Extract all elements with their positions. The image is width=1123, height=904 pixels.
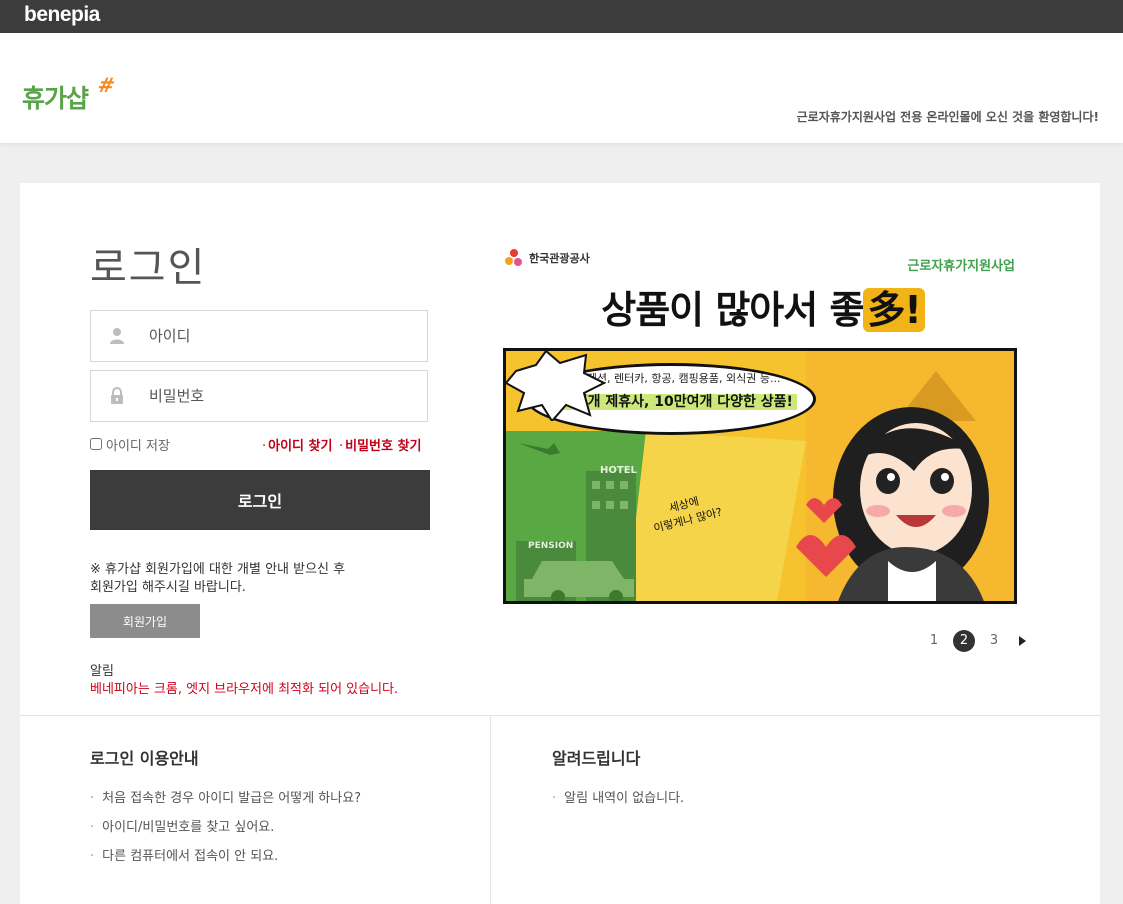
signup-notice-line1: ※ 휴가샵 회원가입에 대한 개별 안내 받으신 후 <box>90 562 346 577</box>
column-divider <box>490 716 491 904</box>
banner-headline-accent: 多! <box>863 288 925 332</box>
password-field-wrapper <box>90 370 428 422</box>
notice-list: 알림 내역이 없습니다. <box>552 787 684 806</box>
alert-label: 알림 <box>90 664 114 679</box>
guide-item[interactable]: 아이디/비밀번호를 찾고 싶어요. <box>90 816 361 845</box>
promo-banner[interactable]: 한국관광공사 근로자휴가지원사업 상품이 많아서 좋 多! 호텔, 펜션, 렌터… <box>503 243 1019 605</box>
signup-button[interactable]: 회원가입 <box>90 604 200 638</box>
find-account-links: · 아이디 찾기 · 비밀번호 찾기 <box>262 439 422 454</box>
kto-logo-icon <box>505 249 522 266</box>
banner-headline: 상품이 많아서 좋 多! <box>523 279 1003 334</box>
welcome-message: 근로자휴가지원사업 전용 온라인몰에 오신 것을 환영합니다! <box>796 110 1099 124</box>
guide-item[interactable]: 처음 접속한 경우 아이디 발급은 어떻게 하나요? <box>90 787 361 816</box>
find-password-link[interactable]: 비밀번호 찾기 <box>345 439 421 454</box>
page-title: 로그인 <box>90 245 207 291</box>
guide-item[interactable]: 다른 컴퓨터에서 접속이 안 되요. <box>90 845 361 874</box>
site-logo[interactable]: 휴가샵 # <box>22 73 132 119</box>
logo-hash-icon: # <box>95 73 118 97</box>
signup-notice-line2: 회원가입 해주시길 바랍니다. <box>90 580 246 595</box>
notice-title: 알려드립니다 <box>552 749 641 768</box>
section-divider <box>20 715 1100 716</box>
id-input[interactable] <box>149 321 409 351</box>
signup-notice: ※ 휴가샵 회원가입에 대한 개별 안내 받으신 후 회원가입 해주시길 바랍니… <box>90 561 345 597</box>
exclaim-bubble-icon <box>506 351 606 421</box>
main-card: 로그인 아이디 저장 ·아이디 찾기 ·비밀번호 찾기 로그인 ※ 휴가샵 회원… <box>20 183 1100 904</box>
pager-page-3[interactable]: 3 <box>983 630 1005 652</box>
banner-pager: 1 2 3 <box>923 629 1026 653</box>
banner-program-name: 근로자휴가지원사업 <box>907 259 1015 274</box>
find-id-link[interactable]: 아이디 찾기 <box>268 439 332 454</box>
save-id-row[interactable]: 아이디 저장 <box>90 435 170 454</box>
logo-text: 휴가샵 <box>22 84 89 113</box>
banner-headline-main: 상품이 많아서 좋 <box>601 288 864 332</box>
login-button[interactable]: 로그인 <box>90 470 430 530</box>
next-arrow-icon[interactable] <box>1019 636 1026 646</box>
save-id-label: 아이디 저장 <box>106 438 170 454</box>
banner-org-name: 한국관광공사 <box>529 252 590 265</box>
banner-illustration: 호텔, 펜션, 렌터카, 항공, 캠핑용품, 외식권 등... 4O여개 제휴사… <box>503 348 1017 604</box>
login-guide-list: 처음 접속한 경우 아이디 발급은 어떻게 하나요? 아이디/비밀번호를 찾고 … <box>90 787 361 874</box>
pager-page-1[interactable]: 1 <box>923 630 945 652</box>
notice-empty-item: 알림 내역이 없습니다. <box>552 787 684 806</box>
lock-icon <box>111 387 123 404</box>
pager-page-2[interactable]: 2 <box>953 630 975 652</box>
banner-org: 한국관광공사 <box>503 247 590 269</box>
site-header: 휴가샵 # 근로자휴가지원사업 전용 온라인몰에 오신 것을 환영합니다! <box>0 33 1123 143</box>
pension-sign: PENSION <box>528 541 574 551</box>
password-input[interactable] <box>149 381 409 411</box>
user-icon <box>110 328 124 344</box>
top-bar: benepia <box>0 0 1123 33</box>
save-id-checkbox[interactable] <box>90 438 102 450</box>
id-field-wrapper <box>90 310 428 362</box>
hotel-sign: HOTEL <box>600 465 637 476</box>
login-guide-title: 로그인 이용안내 <box>90 749 199 768</box>
browser-alert-text: 베네피아는 크롬, 엣지 브라우저에 최적화 되어 있습니다. <box>90 682 399 697</box>
benepia-logo[interactable]: benepia <box>24 3 100 27</box>
